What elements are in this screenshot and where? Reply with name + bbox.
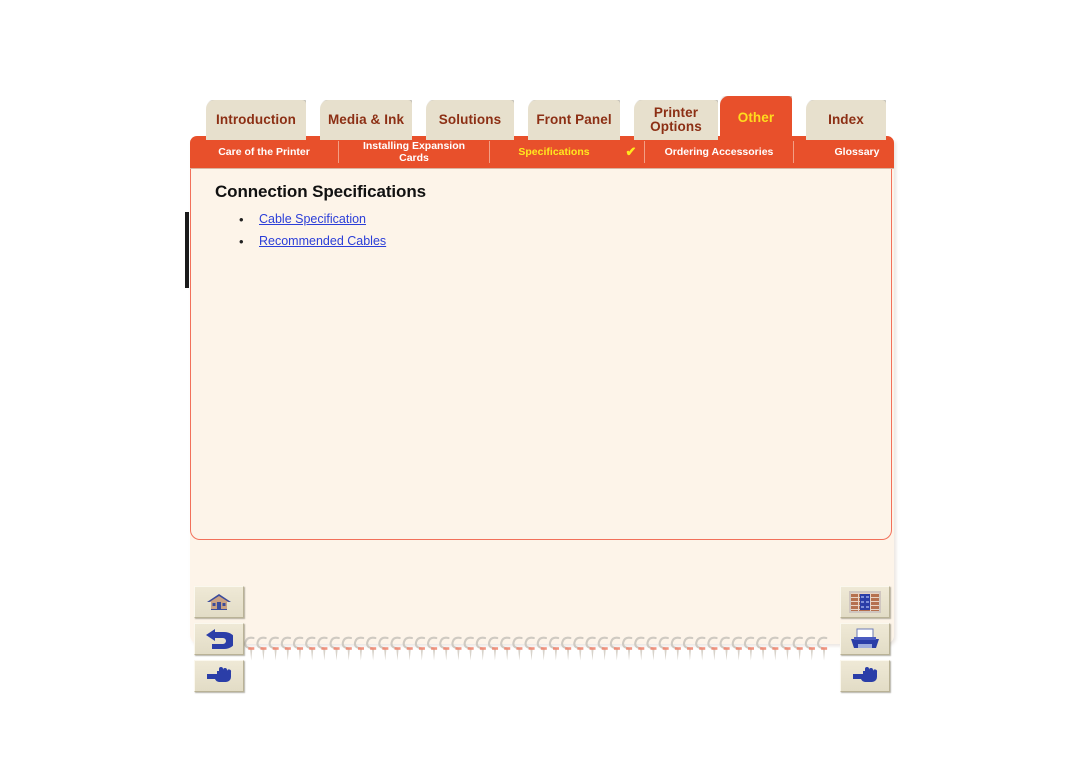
main-tab-solutions[interactable]: Solutions (426, 100, 514, 140)
content-panel: Connection Specifications • Cable Specifi… (185, 168, 892, 540)
tab-skew-edge (789, 96, 792, 140)
main-tab-label: Front Panel (536, 112, 612, 127)
sub-tab-care-of-the-printer[interactable]: Care of the Printer (190, 136, 338, 168)
topic-link[interactable]: Recommended Cables (259, 234, 386, 248)
page-title: Connection Specifications (215, 182, 426, 201)
guide-book: Introduction Media & Ink Solutions Front Pa… (178, 96, 894, 692)
nav-buttons-right (840, 586, 890, 697)
print-button[interactable] (840, 623, 890, 655)
main-tab-label: Solutions (438, 112, 502, 127)
list-item: • Recommended Cables (219, 234, 386, 249)
list-item: • Cable Specification (219, 212, 386, 227)
main-tab-label: Printer Options (650, 105, 702, 134)
main-tab-introduction[interactable]: Introduction (206, 100, 306, 140)
sub-tab-bar: Care of the Printer Installing Expansion … (190, 136, 894, 168)
home-button[interactable] (194, 586, 244, 618)
main-tab-other[interactable]: Other (720, 96, 792, 140)
main-tab-front-panel[interactable]: Front Panel (528, 100, 620, 140)
bullet-icon: • (239, 234, 244, 249)
nav-buttons-left (194, 586, 244, 697)
main-tab-label: Media & Ink (327, 112, 405, 127)
main-tab-bar: Introduction Media & Ink Solutions Front Pa… (192, 96, 894, 140)
main-tab-label: Index (828, 112, 864, 127)
topic-link[interactable]: Cable Specification (259, 212, 366, 226)
sub-tab-glossary[interactable]: Glossary (794, 136, 920, 168)
index-button[interactable] (840, 586, 890, 618)
main-tab-printer-options[interactable]: Printer Options (634, 100, 718, 140)
sub-tab-installing-expansion-cards[interactable]: Installing Expansion Cards (339, 136, 489, 168)
spiral-binding (244, 636, 828, 661)
left-marker-bar (185, 212, 189, 288)
sub-tab-ordering-accessories[interactable]: Ordering Accessories (645, 136, 793, 168)
topic-link-list: • Cable Specification • Recommended Cables (219, 212, 386, 256)
main-tab-label: Other (737, 110, 775, 125)
next-button[interactable] (840, 660, 890, 692)
main-tab-media-ink[interactable]: Media & Ink (320, 100, 412, 140)
back-button[interactable] (194, 623, 244, 655)
sub-tab-check-icon: ✔ (625, 144, 637, 159)
bullet-icon: • (239, 212, 244, 227)
forward-button[interactable] (194, 660, 244, 692)
main-tab-label: Introduction (216, 112, 296, 127)
sub-tab-specifications[interactable]: Specifications (490, 136, 618, 168)
page-area: Connection Specifications • Cable Specifi… (178, 140, 894, 692)
main-tab-index[interactable]: Index (806, 100, 886, 140)
